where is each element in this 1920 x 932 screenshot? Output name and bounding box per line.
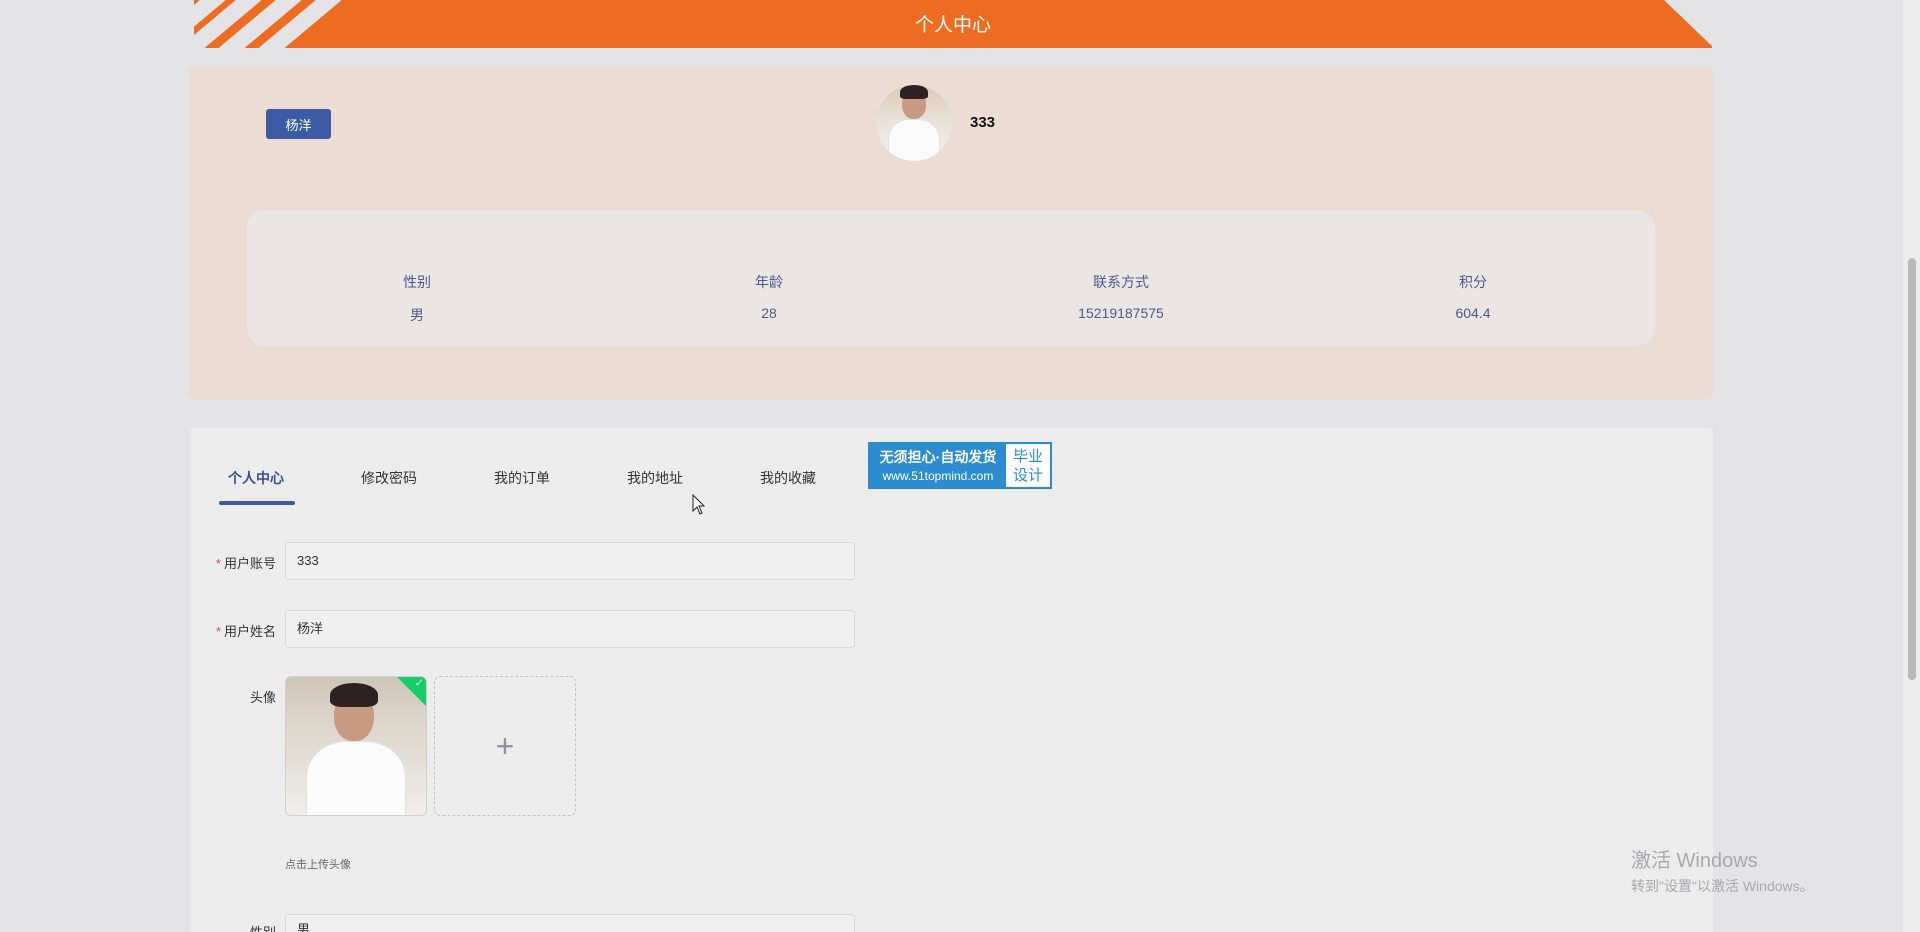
page-banner: 个人中心 <box>194 0 1712 48</box>
stat-value: 28 <box>761 305 777 321</box>
avatar-label: 头像 <box>249 690 276 705</box>
stat-gender: 性别 男 <box>267 272 567 325</box>
stat-contact: 联系方式 15219187575 <box>971 272 1271 321</box>
stat-age: 年龄 28 <box>619 272 919 321</box>
tab-change-password[interactable]: 修改密码 <box>361 468 417 488</box>
thumb-figure-shirt <box>306 741 406 815</box>
avatar-figure-hair <box>900 85 928 99</box>
upload-add-button[interactable]: + <box>434 676 576 816</box>
vertical-scrollbar[interactable] <box>1903 0 1920 932</box>
stat-value: 男 <box>410 307 424 323</box>
watermark-line1: 激活 Windows <box>1631 850 1758 872</box>
name-input[interactable]: 杨洋 <box>285 610 855 648</box>
stat-label: 联系方式 <box>1093 274 1149 290</box>
account-label: * 用户账号 <box>190 553 276 572</box>
upload-success-badge: ✓ <box>395 677 426 708</box>
account-label-text: 用户账号 <box>223 556 276 571</box>
stats-card: 性别 男 年龄 28 联系方式 15219187575 积分 604.4 <box>247 210 1655 346</box>
stat-value: 604.4 <box>1455 305 1491 321</box>
upload-tip: 点击上传头像 <box>285 859 351 871</box>
tab-my-favorites[interactable]: 我的收藏 <box>760 468 816 488</box>
main-panel: 个人中心 修改密码 我的订单 我的地址 我的收藏 无须担心·自动发货 www.5… <box>190 428 1713 932</box>
promo-line2: www.51topmind.com <box>882 469 994 483</box>
account-input[interactable]: 333 <box>285 542 855 580</box>
stat-label: 年龄 <box>755 274 783 290</box>
windows-activation-watermark: 激活 Windows 转到"设置"以激活 Windows。 <box>1631 844 1814 896</box>
promo-right: 毕业 设计 <box>1006 444 1050 487</box>
thumb-figure-hair <box>330 683 378 707</box>
check-icon: ✓ <box>414 677 424 690</box>
mouse-cursor-icon <box>692 494 706 515</box>
profile-panel: 杨洋 333 性别 男 年龄 28 联系方式 15219187575 积分 60… <box>190 66 1713 399</box>
active-tab-indicator <box>219 501 295 505</box>
promo-right2: 设计 <box>1012 467 1043 484</box>
gender-select-value: 男 <box>297 922 311 932</box>
promo-badge[interactable]: 无须担心·自动发货 www.51topmind.com 毕业 设计 <box>868 442 1052 489</box>
required-asterisk: * <box>215 556 221 571</box>
uploaded-avatar-thumbnail[interactable]: ✓ <box>285 676 427 816</box>
avatar <box>876 85 952 161</box>
stat-label: 积分 <box>1459 274 1487 290</box>
page-title: 个人中心 <box>914 15 991 36</box>
promo-line1: 无须担心·自动发货 <box>879 449 997 465</box>
scrollbar-thumb[interactable] <box>1908 258 1916 680</box>
required-asterisk: * <box>215 624 221 639</box>
stat-label: 性别 <box>403 274 431 290</box>
promo-right1: 毕业 <box>1012 448 1043 465</box>
account-name: 333 <box>970 114 996 131</box>
tab-my-address[interactable]: 我的地址 <box>627 468 683 488</box>
gender-label: 性别 <box>190 922 276 932</box>
tab-my-orders[interactable]: 我的订单 <box>494 468 550 488</box>
stat-points: 积分 604.4 <box>1323 272 1623 321</box>
tab-profile[interactable]: 个人中心 <box>228 468 284 488</box>
user-name-badge[interactable]: 杨洋 <box>266 109 331 139</box>
stat-value: 15219187575 <box>1078 305 1164 321</box>
chevron-down-icon: ⌄ <box>832 925 842 932</box>
gender-select[interactable]: 男 ⌄ <box>285 914 855 932</box>
avatar-figure-shirt <box>888 119 940 161</box>
plus-icon: + <box>495 727 515 764</box>
name-label: * 用户姓名 <box>190 621 276 640</box>
name-label-text: 用户姓名 <box>223 624 276 639</box>
watermark-line2: 转到"设置"以激活 Windows。 <box>1631 878 1814 894</box>
promo-left: 无须担心·自动发货 www.51topmind.com <box>870 444 1006 487</box>
